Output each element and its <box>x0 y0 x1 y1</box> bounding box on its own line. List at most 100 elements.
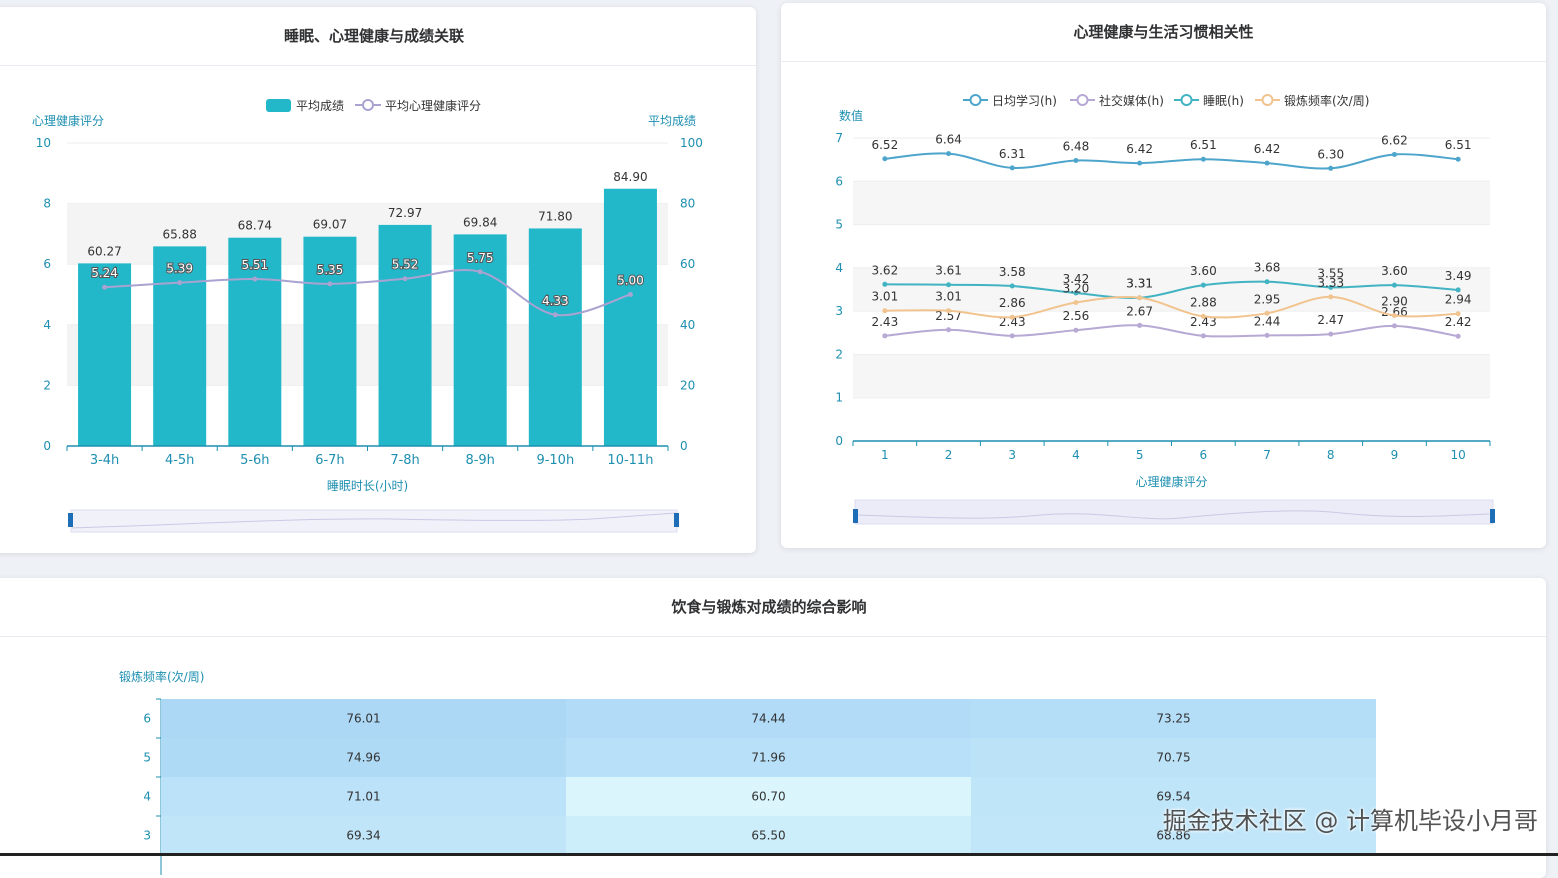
bar <box>603 188 657 447</box>
zoom-handle-left[interactable] <box>68 513 73 527</box>
heatmap-value-label: 60.70 <box>751 790 785 804</box>
series-point <box>1455 333 1461 339</box>
series-point <box>1328 165 1334 171</box>
x-tick-label: 7 <box>1263 448 1271 462</box>
series-point <box>882 333 888 339</box>
series-value-label: 2.43 <box>871 315 898 329</box>
heatmap-value-label: 76.01 <box>346 712 380 726</box>
heatmap-value-label: 71.96 <box>751 751 785 765</box>
y-tick-label: 6 <box>835 174 843 188</box>
legend-marker <box>969 94 982 106</box>
y-tick-label: 7 <box>835 131 843 145</box>
x-axis-name: 睡眠时长(小时) <box>327 479 408 493</box>
health-point <box>252 276 258 282</box>
health-value-label: 5.00 <box>617 274 644 288</box>
grid-band <box>853 224 1490 268</box>
y-tick-label: 5 <box>143 751 151 765</box>
left-tick-label: 10 <box>36 136 51 150</box>
health-point <box>552 312 558 318</box>
x-tick-label: 6-7h <box>315 453 344 468</box>
grid-band <box>67 143 668 204</box>
series-point <box>1009 314 1015 320</box>
series-point <box>1137 295 1143 301</box>
series-point <box>882 156 888 162</box>
y-tick-label: 1 <box>835 391 843 405</box>
zoom-handle-left[interactable] <box>853 509 858 523</box>
y-tick-label: 4 <box>143 790 151 804</box>
series-value-label: 6.30 <box>1317 147 1344 161</box>
series-value-label: 3.60 <box>1381 264 1408 278</box>
left-axis-name: 心理健康评分 <box>32 113 104 128</box>
series-value-label: 6.31 <box>999 147 1026 161</box>
y-tick-label: 3 <box>835 304 843 318</box>
zoom-handle-right[interactable] <box>1490 509 1495 523</box>
legend-line-marker <box>362 99 374 111</box>
series-point <box>1264 332 1270 338</box>
y-tick-label: 3 <box>143 829 151 843</box>
health-value-label: 5.35 <box>317 263 344 277</box>
series-point <box>946 308 952 314</box>
x-tick-label: 8 <box>1327 448 1335 462</box>
series-point <box>1455 311 1461 317</box>
series-value-label: 6.51 <box>1445 138 1472 152</box>
series-point <box>1137 322 1143 328</box>
heatmap-value-label: 70.75 <box>1156 751 1190 765</box>
bar-value-label: 68.74 <box>238 219 272 233</box>
legend-label: 社交媒体(h) <box>1099 93 1164 108</box>
health-value-label: 5.75 <box>467 251 494 265</box>
x-tick-label: 4-5h <box>165 453 194 468</box>
y-tick-label: 6 <box>143 712 151 726</box>
left-tick-label: 4 <box>43 318 51 332</box>
series-value-label: 2.88 <box>1190 295 1217 309</box>
heatmap-value-label: 71.01 <box>346 790 380 804</box>
series-point <box>1328 294 1334 300</box>
series-point <box>1264 160 1270 166</box>
legend-marker <box>1076 94 1089 106</box>
x-tick-label: 7-8h <box>390 453 419 468</box>
y-axis-name: 锻炼频率(次/周) <box>119 669 204 684</box>
series-point <box>882 281 888 287</box>
bar-value-label: 69.07 <box>313 218 347 232</box>
legend-label: 锻炼频率(次/周) <box>1284 93 1369 108</box>
bar-value-label: 69.84 <box>463 215 497 229</box>
health-value-label: 4.33 <box>542 294 569 308</box>
health-point <box>627 292 633 297</box>
series-value-label: 2.94 <box>1445 293 1472 307</box>
series-value-label: 2.47 <box>1317 313 1344 327</box>
series-point <box>1073 327 1079 333</box>
bar-value-label: 65.88 <box>163 227 197 241</box>
series-point <box>1391 282 1397 288</box>
legend-line-label: 平均心理健康评分 <box>385 98 481 113</box>
zoom-slider[interactable] <box>70 509 678 533</box>
bar-value-label: 60.27 <box>87 244 121 258</box>
health-point <box>477 269 483 275</box>
health-value-label: 5.51 <box>241 258 268 272</box>
series-value-label: 3.33 <box>1317 276 1344 290</box>
series-point <box>946 282 952 288</box>
heatmap-value-label: 74.96 <box>346 751 380 765</box>
series-point <box>1264 310 1270 316</box>
series-value-label: 2.44 <box>1254 314 1281 328</box>
bar <box>153 246 207 446</box>
right-tick-label: 60 <box>680 257 695 271</box>
x-tick-label: 1 <box>881 448 889 462</box>
right-axis-name: 平均成绩 <box>648 114 696 128</box>
health-point <box>102 284 108 290</box>
grid-band <box>853 354 1490 398</box>
series-point <box>1073 299 1079 305</box>
series-value-label: 3.49 <box>1445 269 1472 283</box>
series-value-label: 2.86 <box>999 296 1026 310</box>
y-tick-label: 4 <box>835 261 843 275</box>
series-point <box>946 151 952 157</box>
series-point <box>1200 156 1206 162</box>
series-point <box>882 308 888 314</box>
zoom-handle-right[interactable] <box>674 513 679 527</box>
heatmap-value-label: 65.50 <box>751 829 785 843</box>
x-tick-label: 9 <box>1391 448 1399 462</box>
zoom-slider[interactable] <box>854 499 1494 525</box>
health-value-label: 5.52 <box>392 258 419 272</box>
heatmap-value-label: 74.44 <box>751 712 785 726</box>
series-point <box>1200 333 1206 339</box>
series-value-label: 3.01 <box>935 290 962 304</box>
series-point <box>1009 165 1015 171</box>
